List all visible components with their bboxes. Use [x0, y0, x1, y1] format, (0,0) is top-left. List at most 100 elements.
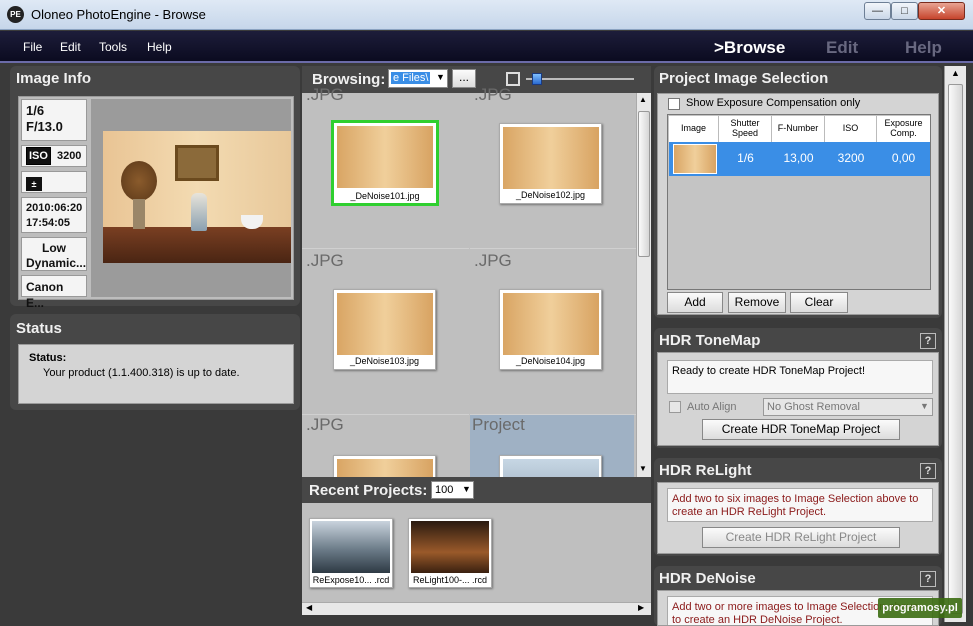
- grid-cell[interactable]: .JPG _DeNoise102.jpg: [470, 85, 637, 249]
- recent-count-select[interactable]: 100 ▼: [431, 481, 474, 499]
- table-row[interactable]: 1/6 13,00 3200 0,00: [669, 142, 930, 176]
- create-tonemap-button[interactable]: Create HDR ToneMap Project: [702, 419, 900, 440]
- app-logo-icon: PE: [7, 6, 24, 23]
- mode-help-tab[interactable]: Help: [905, 38, 942, 58]
- relight-message: Add two to six images to Image Selection…: [667, 488, 933, 522]
- column-header-exposure[interactable]: Exposure Comp.: [877, 116, 930, 142]
- image-info-body: 1/6 F/13.0 ISO 3200 ± 2010:06:20 17:54:0…: [18, 96, 294, 310]
- scroll-thumb[interactable]: [948, 84, 963, 614]
- recent-item-name: ReLight100-... .rcd: [412, 575, 488, 585]
- thumbnail-filename: _DeNoise103.jpg: [349, 356, 420, 366]
- mode-edit-tab[interactable]: Edit: [826, 38, 858, 58]
- scroll-down-icon[interactable]: ▼: [639, 464, 647, 473]
- grid-cell[interactable]: .JPG _DeNoise104.jpg: [470, 251, 637, 415]
- thumbnail-image: [337, 459, 433, 477]
- denoise-title: HDR DeNoise: [659, 570, 756, 587]
- thumbnail[interactable]: _DeNoise104.jpg: [499, 289, 602, 370]
- column-header-image[interactable]: Image: [669, 116, 719, 142]
- exposure-compensation-icon: ±: [26, 177, 42, 191]
- thumbnail-selected[interactable]: _DeNoise101.jpg: [331, 120, 439, 206]
- help-icon[interactable]: ?: [920, 463, 936, 479]
- cell-type-label: .JPG: [306, 415, 344, 434]
- thumbnail[interactable]: [333, 455, 436, 477]
- selection-title: Project Image Selection: [659, 70, 829, 87]
- scroll-right-icon[interactable]: ▶: [638, 603, 644, 612]
- row-thumbnail: [673, 144, 717, 174]
- ghost-removal-select[interactable]: No Ghost Removal ▼: [763, 398, 933, 416]
- help-icon[interactable]: ?: [920, 333, 936, 349]
- menu-tools[interactable]: Tools: [99, 40, 127, 54]
- preview-picture-frame: [175, 145, 219, 181]
- grid-cell[interactable]: .JPG _DeNoise103.jpg: [302, 251, 469, 415]
- grid-cell-project[interactable]: Project: [470, 415, 634, 477]
- thumbnail-filename: _DeNoise102.jpg: [515, 190, 586, 200]
- row-fnumber: 13,00: [783, 151, 814, 165]
- camera-info: Canon E...: [21, 275, 87, 310]
- thumbnail[interactable]: _DeNoise103.jpg: [333, 289, 436, 370]
- scroll-thumb[interactable]: [638, 111, 650, 257]
- recent-list: ReExpose10... .rcd ReLight100-... .rcd ◀…: [302, 503, 651, 615]
- tonemap-panel: HDR ToneMap ? Ready to create HDR ToneMa…: [654, 328, 942, 448]
- recent-item-image: [411, 521, 489, 573]
- iso-icon: ISO: [26, 147, 51, 165]
- auto-align-checkbox[interactable]: [669, 401, 681, 413]
- right-scrollbar[interactable]: ▲: [944, 66, 966, 622]
- status-label: Status:: [29, 352, 67, 364]
- browse-scrollbar[interactable]: ▲ ▼: [636, 93, 651, 477]
- thumbnail[interactable]: _DeNoise102.jpg: [499, 123, 602, 204]
- grid-cell[interactable]: .JPG _DeNoise101.jpg: [302, 85, 469, 249]
- title-bar[interactable]: PE Oloneo PhotoEngine - Browse — □ ✕: [0, 0, 973, 30]
- thumbnail[interactable]: [499, 455, 602, 477]
- recent-item[interactable]: ReLight100-... .rcd: [408, 518, 492, 588]
- menu-file[interactable]: File: [23, 40, 42, 54]
- selection-table: Image Shutter Speed F-Number ISO Exposur…: [667, 114, 931, 290]
- clear-button[interactable]: Clear: [790, 292, 848, 313]
- date-value: 2010:06:20: [26, 202, 83, 214]
- menu-help[interactable]: Help: [147, 40, 172, 54]
- relight-body: Add two to six images to Image Selection…: [657, 482, 939, 554]
- chevron-down-icon: ▼: [920, 401, 929, 411]
- remove-button[interactable]: Remove: [728, 292, 786, 313]
- status-body: Status: Your product (1.1.400.318) is up…: [18, 344, 294, 404]
- thumbnail-filename: _DeNoise104.jpg: [515, 356, 586, 366]
- menu-edit[interactable]: Edit: [60, 40, 81, 54]
- relight-panel: HDR ReLight ? Add two to six images to I…: [654, 458, 942, 556]
- cell-type-label: Project: [472, 415, 525, 434]
- menu-bar: File Edit Tools Help >Browse Edit Help: [0, 31, 973, 63]
- show-exposure-label: Show Exposure Compensation only: [686, 97, 861, 109]
- column-header-iso[interactable]: ISO: [825, 116, 877, 142]
- create-relight-button[interactable]: Create HDR ReLight Project: [702, 527, 900, 548]
- maximize-button[interactable]: □: [891, 2, 918, 20]
- help-icon[interactable]: ?: [920, 571, 936, 587]
- scroll-up-icon[interactable]: ▲: [639, 95, 647, 104]
- status-title: Status: [16, 320, 62, 337]
- chevron-down-icon: ▼: [462, 484, 471, 494]
- zoom-slider[interactable]: [526, 78, 634, 80]
- grid-cell[interactable]: .JPG: [302, 415, 469, 477]
- fnumber-value: F/13.0: [26, 119, 63, 134]
- preview-image[interactable]: [103, 131, 291, 263]
- column-header-shutter[interactable]: Shutter Speed: [719, 116, 772, 142]
- preview-dry-plant: [121, 161, 157, 201]
- folder-filter-value: e Files\: [391, 72, 431, 84]
- recent-item[interactable]: ReExpose10... .rcd: [309, 518, 393, 588]
- column-header-fnumber[interactable]: F-Number: [772, 116, 825, 142]
- app-window: PE Oloneo PhotoEngine - Browse — □ ✕ Fil…: [0, 0, 973, 626]
- show-exposure-checkbox[interactable]: [668, 98, 680, 110]
- zoom-slider-handle[interactable]: [532, 73, 542, 85]
- scroll-left-icon[interactable]: ◀: [306, 603, 312, 612]
- selection-body: Show Exposure Compensation only Image Sh…: [657, 93, 939, 315]
- thumbnail-image: [337, 126, 433, 188]
- dynamic-line-2: Dynamic...: [26, 256, 87, 270]
- minimize-button[interactable]: —: [864, 2, 891, 20]
- preview-figurine: [191, 193, 207, 231]
- fit-zoom-icon[interactable]: [506, 72, 520, 86]
- mode-browse-tab[interactable]: >Browse: [714, 38, 785, 58]
- add-button[interactable]: Add: [667, 292, 723, 313]
- thumbnail-filename: _DeNoise101.jpg: [350, 191, 420, 201]
- cell-type-label: .JPG: [474, 85, 512, 104]
- cell-type-label: .JPG: [306, 85, 344, 104]
- close-button[interactable]: ✕: [918, 2, 965, 20]
- recent-hscrollbar[interactable]: ◀ ▶: [302, 602, 651, 615]
- scroll-up-icon[interactable]: ▲: [951, 68, 960, 78]
